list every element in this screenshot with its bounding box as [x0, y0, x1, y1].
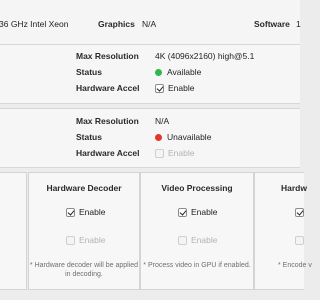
hardware-encoder-secondary-toggle	[295, 235, 308, 245]
status-indicator: Unavailable	[155, 132, 211, 142]
software-value: 1	[296, 19, 301, 29]
video-processing-secondary-toggle: Enable	[178, 235, 217, 245]
hardware-decoder-checkbox[interactable]	[66, 208, 75, 217]
video-processing-enable-toggle[interactable]: Enable	[178, 207, 217, 217]
hardware-encoder-secondary-checkbox	[295, 236, 304, 245]
max-resolution-value: 4K (4096x2160) high@5.1	[155, 51, 255, 61]
hardware-accel-label: Hardware Accel	[76, 83, 140, 93]
max-resolution-value: N/A	[155, 116, 170, 126]
hardware-encoder-note: * Encode v	[278, 262, 312, 269]
status-value: Unavailable	[167, 132, 212, 142]
device-panel-unavailable	[0, 108, 300, 168]
hardware-encoder-title: Hardw	[281, 183, 307, 193]
status-value: Available	[167, 67, 202, 77]
hardware-accel-toggle-disabled: Enable	[155, 148, 194, 158]
hardware-decoder-secondary-checkbox	[66, 236, 75, 245]
hardware-accel-label: Hardware Accel	[76, 148, 140, 158]
hardware-encoder-enable-toggle[interactable]	[295, 207, 308, 217]
graphics-label: Graphics	[98, 19, 135, 29]
graphics-value: N/A	[142, 19, 157, 29]
hardware-encoder-column: Hardw * Encode v	[254, 172, 312, 290]
hardware-decoder-secondary-label: Enable	[79, 235, 106, 245]
status-label: Status	[76, 67, 102, 77]
video-processing-enable-label: Enable	[191, 207, 218, 217]
hardware-decoder-note: * Hardware decoder will be applied in de…	[29, 262, 139, 278]
hardware-accel-checkbox[interactable]	[155, 84, 164, 93]
video-processing-note: * Process video in GPU if enabled.	[143, 262, 251, 269]
hardware-decoder-title: Hardware Decoder	[46, 183, 122, 193]
hardware-decoder-column: Hardware Decoder Enable Enable * Hardwar…	[28, 172, 140, 290]
status-dot-icon	[155, 68, 162, 76]
max-resolution-label: Max Resolution	[76, 51, 139, 61]
software-label: Software	[254, 19, 290, 29]
status-indicator: Available	[155, 67, 201, 77]
video-processing-column: Video Processing Enable Enable * Process…	[140, 172, 254, 290]
hardware-decoder-enable-toggle[interactable]: Enable	[66, 207, 105, 217]
hardware-accel-option-label: Enable	[168, 148, 195, 158]
video-processing-checkbox[interactable]	[178, 208, 187, 217]
hardware-accel-toggle[interactable]: Enable	[155, 83, 194, 93]
option-columns: Hardware Decoder Enable Enable * Hardwar…	[0, 172, 312, 300]
hardware-decoder-enable-label: Enable	[79, 207, 106, 217]
status-dot-icon	[155, 133, 162, 141]
video-processing-secondary-label: Enable	[191, 235, 218, 245]
hardware-encoder-checkbox[interactable]	[295, 208, 304, 217]
device-panel-available	[0, 44, 300, 104]
hardware-accel-checkbox-disabled	[155, 149, 164, 158]
video-processing-secondary-checkbox	[178, 236, 187, 245]
hardware-accel-option-label: Enable	[168, 83, 195, 93]
video-processing-title: Video Processing	[161, 183, 233, 193]
cpu-value: 36 GHz Intel Xeon	[0, 19, 69, 29]
status-label: Status	[76, 132, 102, 142]
max-resolution-label: Max Resolution	[76, 116, 139, 126]
option-column-partial	[0, 172, 27, 290]
hardware-decoder-secondary-toggle: Enable	[66, 235, 105, 245]
